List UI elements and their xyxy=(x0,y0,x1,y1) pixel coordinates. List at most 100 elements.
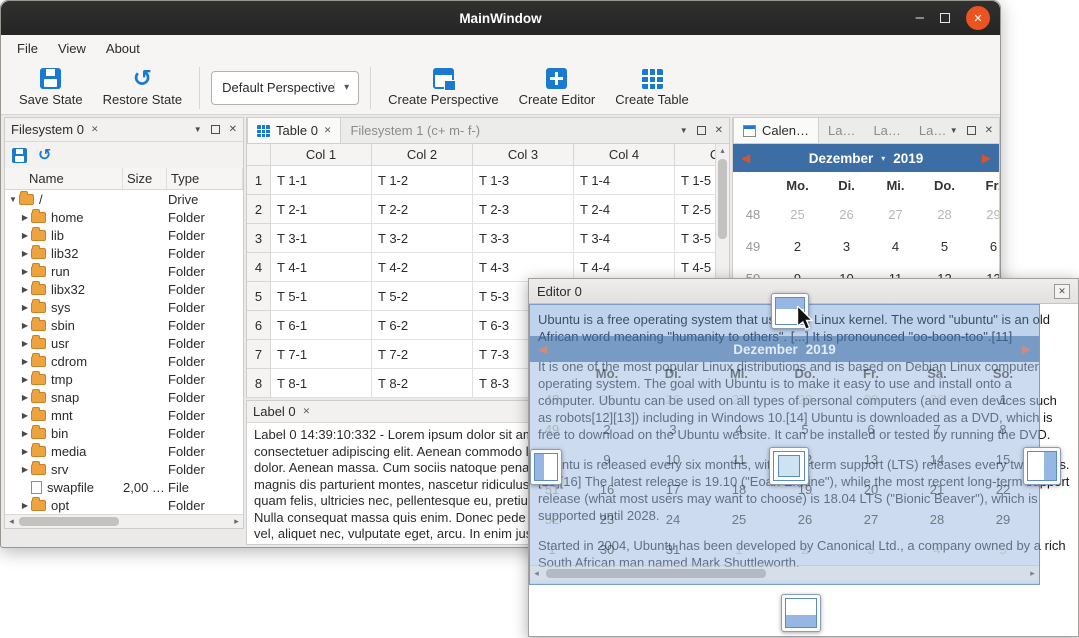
tab-la-[interactable]: La… xyxy=(819,118,864,143)
dock-float-button[interactable] xyxy=(697,126,706,135)
perspective-combobox[interactable]: Default Perspective ▾ xyxy=(211,71,359,105)
restore-icon[interactable]: ↺ xyxy=(38,148,51,163)
next-month-button[interactable]: ▶ xyxy=(982,144,991,172)
restore-state-button[interactable]: ↺ Restore State xyxy=(93,65,193,110)
tree-expanded-arrow-icon[interactable]: ▼ xyxy=(7,195,19,204)
calendar-date[interactable]: 6 xyxy=(969,239,999,254)
calendar-month[interactable]: Dezember xyxy=(809,151,874,166)
filesystem-row[interactable]: ▶ run Folder xyxy=(5,262,243,280)
close-icon[interactable]: ✕ xyxy=(324,125,332,136)
tree-collapsed-arrow-icon[interactable]: ▶ xyxy=(19,501,31,510)
column-header[interactable]: Col 1 xyxy=(271,144,372,166)
table-cell[interactable]: T 2-3 xyxy=(473,195,574,224)
drop-indicator-bottom[interactable] xyxy=(781,594,821,632)
tab-la-[interactable]: La… xyxy=(864,118,909,143)
tree-collapsed-arrow-icon[interactable]: ▶ xyxy=(19,321,31,330)
row-header[interactable]: 1 xyxy=(247,166,271,195)
tree-collapsed-arrow-icon[interactable]: ▶ xyxy=(19,465,31,474)
tree-collapsed-arrow-icon[interactable]: ▶ xyxy=(19,339,31,348)
dock-menu-button[interactable]: ▼ xyxy=(680,126,688,135)
table-cell[interactable]: T 3-5 xyxy=(675,224,715,253)
close-icon[interactable]: ✕ xyxy=(91,124,99,135)
filesystem-row[interactable]: ▶ srv Folder xyxy=(5,460,243,478)
column-header-type[interactable]: Type xyxy=(167,168,243,189)
row-header[interactable]: 7 xyxy=(247,340,271,369)
tab-calen-[interactable]: Calen… xyxy=(733,118,819,143)
save-icon[interactable] xyxy=(12,148,27,163)
filesystem-row[interactable]: swapfile 2,00 … File xyxy=(5,478,243,496)
calendar-date[interactable]: 5 xyxy=(920,239,969,254)
filesystem-row[interactable]: ▶ snap Folder xyxy=(5,388,243,406)
dock-menu-button[interactable]: ▼ xyxy=(194,125,202,134)
calendar-date[interactable]: 29 xyxy=(969,207,999,222)
tree-collapsed-arrow-icon[interactable]: ▶ xyxy=(19,357,31,366)
calendar-date[interactable]: 2 xyxy=(773,239,822,254)
filesystem-dock-titlebar[interactable]: Filesystem 0 ✕ ▼ ✕ xyxy=(5,118,243,142)
table-cell[interactable]: T 4-1 xyxy=(271,253,372,282)
scrollbar-thumb[interactable] xyxy=(19,517,119,526)
table-cell[interactable]: T 3-1 xyxy=(271,224,372,253)
calendar-date[interactable]: 4 xyxy=(871,239,920,254)
table-cell[interactable]: T 5-2 xyxy=(372,282,473,311)
filesystem-row[interactable]: ▶ mnt Folder xyxy=(5,406,243,424)
table-cell[interactable]: T 3-3 xyxy=(473,224,574,253)
tree-collapsed-arrow-icon[interactable]: ▶ xyxy=(19,411,31,420)
close-icon[interactable]: ✕ xyxy=(303,406,311,417)
calendar-date[interactable]: 28 xyxy=(920,207,969,222)
filesystem-row[interactable]: ▶ tmp Folder xyxy=(5,370,243,388)
filesystem-row[interactable]: ▶ home Folder xyxy=(5,208,243,226)
table-cell[interactable]: T 2-1 xyxy=(271,195,372,224)
calendar-year[interactable]: 2019 xyxy=(893,151,923,166)
table-cell[interactable]: T 1-5 xyxy=(675,166,715,195)
calendar-date[interactable]: 26 xyxy=(822,207,871,222)
tree-collapsed-arrow-icon[interactable]: ▶ xyxy=(19,267,31,276)
dock-menu-button[interactable]: ▼ xyxy=(950,126,958,135)
calendar-date[interactable]: 3 xyxy=(822,239,871,254)
filesystem-row[interactable]: ▶ usr Folder xyxy=(5,334,243,352)
tree-collapsed-arrow-icon[interactable]: ▶ xyxy=(19,285,31,294)
filesystem-row[interactable]: ▼ / Drive xyxy=(5,190,243,208)
scrollbar-thumb[interactable] xyxy=(718,159,727,239)
tab-table-0[interactable]: Table 0 ✕ xyxy=(247,118,341,143)
create-perspective-button[interactable]: Create Perspective xyxy=(378,65,509,110)
table-cell[interactable]: T 2-2 xyxy=(372,195,473,224)
window-titlebar[interactable]: MainWindow – ✕ xyxy=(1,1,1000,35)
table-cell[interactable]: T 1-1 xyxy=(271,166,372,195)
close-button[interactable]: ✕ xyxy=(966,6,990,30)
scroll-left-icon[interactable]: ◂ xyxy=(5,515,18,528)
column-header[interactable]: Col 2 xyxy=(372,144,473,166)
filesystem-row[interactable]: ▶ cdrom Folder xyxy=(5,352,243,370)
table-cell[interactable]: T 8-2 xyxy=(372,369,473,398)
tree-collapsed-arrow-icon[interactable]: ▶ xyxy=(19,249,31,258)
filesystem-row[interactable]: ▶ bin Folder xyxy=(5,424,243,442)
drop-indicator-center[interactable] xyxy=(769,447,809,485)
column-header-size[interactable]: Size xyxy=(123,168,167,189)
tree-collapsed-arrow-icon[interactable]: ▶ xyxy=(19,429,31,438)
row-header[interactable]: 8 xyxy=(247,369,271,398)
dock-close-button[interactable]: ✕ xyxy=(229,124,237,135)
column-header[interactable]: Col 5 xyxy=(675,144,715,166)
table-cell[interactable]: T 3-2 xyxy=(372,224,473,253)
dock-float-button[interactable] xyxy=(967,126,976,135)
previous-month-button[interactable]: ◀ xyxy=(741,144,750,172)
tab-filesystem-1-c-m-f-[interactable]: Filesystem 1 (c+ m- f-) xyxy=(341,118,489,143)
create-table-button[interactable]: Create Table xyxy=(605,66,698,110)
tree-collapsed-arrow-icon[interactable]: ▶ xyxy=(19,303,31,312)
table-cell[interactable]: T 2-5 xyxy=(675,195,715,224)
tree-collapsed-arrow-icon[interactable]: ▶ xyxy=(19,213,31,222)
table-cell[interactable]: T 1-2 xyxy=(372,166,473,195)
tab-la-[interactable]: La… xyxy=(910,118,955,143)
menu-about[interactable]: About xyxy=(96,37,150,60)
filesystem-row[interactable]: ▶ opt Folder xyxy=(5,496,243,514)
row-header[interactable]: 3 xyxy=(247,224,271,253)
tree-collapsed-arrow-icon[interactable]: ▶ xyxy=(19,375,31,384)
scroll-up-icon[interactable]: ▴ xyxy=(716,144,729,157)
editor-close-button[interactable]: ✕ xyxy=(1054,284,1070,299)
column-header[interactable]: Col 4 xyxy=(574,144,675,166)
drop-indicator-right[interactable] xyxy=(1023,447,1061,485)
filesystem-row[interactable]: ▶ lib32 Folder xyxy=(5,244,243,262)
table-cell[interactable]: T 6-1 xyxy=(271,311,372,340)
table-cell[interactable]: T 8-1 xyxy=(271,369,372,398)
row-header[interactable]: 5 xyxy=(247,282,271,311)
table-cell[interactable]: T 1-3 xyxy=(473,166,574,195)
